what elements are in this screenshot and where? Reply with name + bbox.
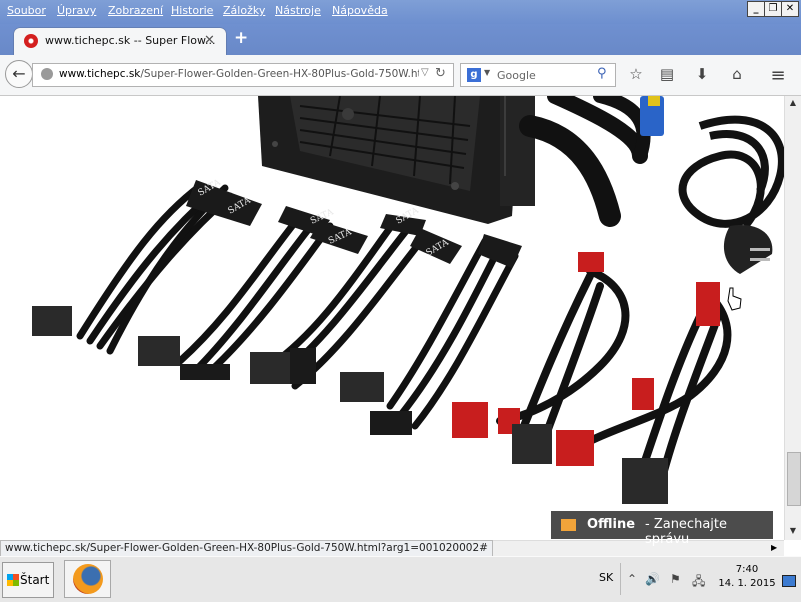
start-button[interactable]: Štart	[2, 562, 54, 598]
google-engine-icon[interactable]: g	[467, 68, 481, 82]
close-window-button[interactable]: ✕	[781, 1, 799, 17]
url-path: /Super-Flower-Golden-Green-HX-80Plus-Gol…	[140, 68, 419, 80]
clock[interactable]: 7:40 14. 1. 2015	[712, 563, 782, 591]
back-button[interactable]: ←	[5, 60, 33, 88]
menu-edit[interactable]: Úpravy	[57, 4, 96, 17]
language-indicator[interactable]: SK	[599, 571, 613, 584]
red-connector-2	[452, 402, 488, 438]
menu-bar: Soubor Úpravy Zobrazení Historie Záložky…	[0, 0, 801, 24]
pcie-connector-5	[622, 458, 668, 504]
pcie-connector-2	[138, 336, 180, 366]
scroll-up-icon[interactable]: ▲	[787, 98, 799, 110]
menu-tools[interactable]: Nástroje	[275, 4, 321, 17]
tab-title: www.tichepc.sk -- Super Flow...	[45, 34, 216, 47]
tray-divider	[620, 563, 621, 595]
taskbar-firefox-button[interactable]	[64, 560, 111, 598]
navigation-toolbar: ← www.tichepc.sk/Super-Flower-Golden-Gre…	[0, 55, 801, 96]
chat-status: Offline	[587, 517, 636, 532]
url-history-dropdown-icon[interactable]: ▽	[421, 67, 429, 78]
tab-strip: www.tichepc.sk -- Super Flow... ✕ +	[0, 24, 801, 55]
download-icon[interactable]: ⬇	[692, 65, 712, 85]
new-tab-button[interactable]: +	[234, 28, 248, 48]
hamburger-menu-icon[interactable]: ≡	[768, 65, 788, 86]
windows-logo-icon	[7, 574, 19, 586]
envelope-icon	[561, 519, 576, 531]
menu-view[interactable]: Zobrazení	[108, 4, 163, 17]
red-connector-3	[696, 282, 720, 326]
tray-expand-icon[interactable]: ⌃	[627, 572, 637, 586]
url-text: www.tichepc.sk/Super-Flower-Golden-Green…	[59, 68, 419, 80]
psu-main-cables	[519, 96, 651, 227]
search-icon[interactable]: ⚲	[597, 66, 607, 81]
modular-cable-4	[386, 237, 519, 430]
engine-dropdown-icon[interactable]: ▼	[484, 68, 490, 77]
bookmarks-library-icon[interactable]: ▤	[657, 65, 677, 85]
psu-unit	[258, 96, 535, 224]
tab-close-icon[interactable]: ✕	[204, 33, 215, 48]
minimize-button[interactable]: _	[747, 1, 765, 17]
maximize-button[interactable]: ❐	[764, 1, 782, 17]
action-center-flag-icon[interactable]: ⚑	[670, 572, 681, 586]
url-domain: www.tichepc.sk	[59, 68, 141, 80]
volume-icon[interactable]: 🔊	[645, 572, 660, 586]
page-content: SATA SATA SATA SATA SATA SATA	[0, 96, 784, 540]
firefox-icon	[73, 564, 103, 594]
scroll-down-icon[interactable]: ▼	[787, 526, 799, 538]
red-connector-4	[556, 430, 594, 466]
globe-icon	[41, 68, 53, 80]
tab-tichepc[interactable]: www.tichepc.sk -- Super Flow... ✕	[14, 28, 226, 55]
home-icon[interactable]: ⌂	[727, 65, 747, 85]
search-bar[interactable]: g ▼ ⚲	[460, 63, 616, 87]
network-icon[interactable]: 🖧	[692, 572, 705, 593]
pcie-connector-1	[32, 306, 72, 336]
start-label: Štart	[20, 573, 50, 587]
search-input[interactable]	[495, 66, 595, 84]
clock-date: 14. 1. 2015	[718, 578, 776, 589]
menu-bookmarks[interactable]: Záložky	[223, 4, 265, 17]
taskbar: Štart SK ⌃ 🔊 ⚑ 🖧 7:40 14. 1. 2015	[0, 556, 801, 602]
clock-time: 7:40	[735, 564, 759, 575]
chat-message: - Zanechajte správu	[645, 517, 727, 547]
site-favicon-icon	[24, 34, 38, 48]
red-connector-1	[578, 252, 604, 272]
chat-widget[interactable]: Offline - Zanechajte správu	[551, 511, 773, 547]
menu-history[interactable]: Historie	[171, 4, 213, 17]
power-cord	[678, 115, 784, 229]
vertical-scrollbar[interactable]: ▲ ▼	[784, 96, 801, 540]
menu-help[interactable]: Nápověda	[332, 4, 388, 17]
psu-cables-photo: SATA SATA SATA SATA SATA SATA	[32, 96, 784, 504]
pcie-connector-3	[250, 352, 290, 384]
bookmark-star-icon[interactable]: ☆	[626, 65, 646, 85]
url-bar[interactable]: www.tichepc.sk/Super-Flower-Golden-Green…	[32, 63, 454, 87]
menu-file[interactable]: Soubor	[7, 4, 46, 17]
pcie-connector-4	[340, 372, 384, 402]
hand-cursor-icon	[727, 287, 742, 311]
show-desktop-button[interactable]	[782, 575, 796, 587]
scroll-thumb[interactable]	[787, 452, 801, 506]
reload-icon[interactable]: ↻	[435, 66, 446, 81]
